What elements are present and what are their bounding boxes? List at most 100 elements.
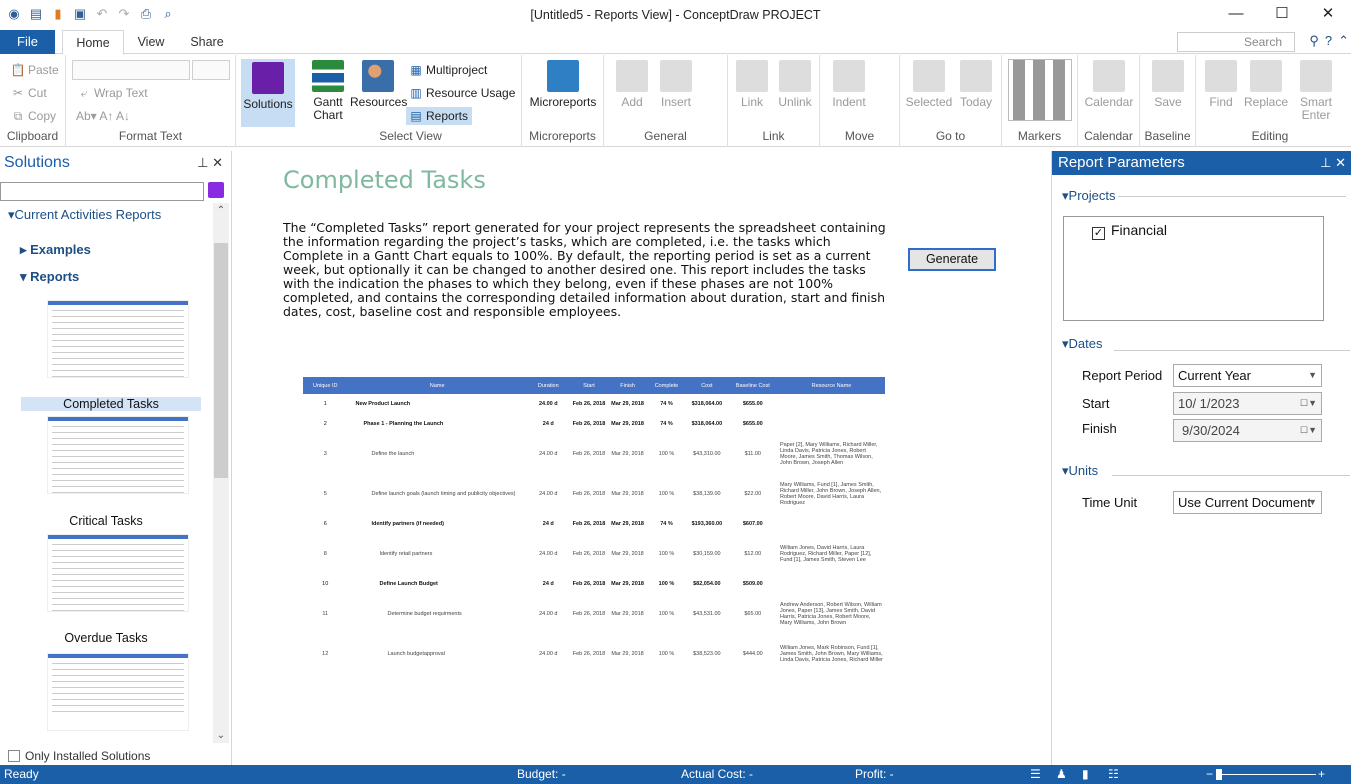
table-cell: $607.00 [742, 521, 763, 527]
table-row: 2 Phase 1 - Planning the Launch 24 d Feb 26… [303, 414, 885, 434]
help-icon[interactable]: ? [1325, 33, 1332, 49]
start-date-picker[interactable]: 10/ 1/2023 ☐▼ [1173, 392, 1322, 415]
close-pane-icon[interactable]: ✕ [1335, 155, 1346, 170]
table-cell: Feb 26, 2018 [572, 551, 606, 557]
table-cell: 24.00 d [539, 611, 558, 617]
finish-date-picker[interactable]: 9/30/2024 ☐▼ [1173, 419, 1322, 442]
smart-enter-button[interactable]: Smart Enter [1294, 60, 1338, 122]
collapse-ribbon-icon[interactable]: ⌃ [1338, 33, 1349, 49]
reports-button[interactable]: ▤ Reports [406, 107, 473, 125]
zoom-slider-thumb[interactable] [1216, 769, 1222, 780]
binoculars-icon[interactable]: ⚲ [1309, 33, 1319, 49]
report-description: The “Completed Tasks” report generated f… [283, 220, 886, 319]
replace-button[interactable]: Replace [1242, 60, 1290, 109]
solutions-search-icon[interactable] [208, 182, 224, 198]
table-cell: Mary Williams, Fund [1], James Smith, Ri… [779, 482, 882, 506]
documents-view-icon[interactable]: ▮ [1082, 765, 1089, 784]
gantt-chart-button[interactable]: Gantt Chart [306, 60, 350, 122]
zoom-out-icon[interactable]: − [1206, 765, 1213, 784]
report-thumbnail[interactable] [47, 534, 189, 612]
dates-section[interactable]: ▾Dates [1062, 336, 1103, 352]
scrollbar-thumb[interactable] [214, 243, 228, 478]
table-row: 1 New Product Launch 24.00 d Feb 26, 2018 Ma… [303, 394, 885, 414]
goto-today-button[interactable]: Today [954, 60, 998, 109]
scroll-up-icon[interactable]: ⌃ [213, 205, 229, 216]
wrap-text-button[interactable]: ⤶ Wrap Text [76, 86, 148, 101]
column-header: Complete [646, 377, 687, 394]
file-tab[interactable]: File [0, 30, 55, 54]
link-label: Link [762, 129, 785, 143]
paste-button[interactable]: 📋 Paste [10, 63, 59, 77]
table-cell: 74 % [660, 421, 673, 427]
table-cell: 1 [323, 401, 327, 407]
font-style-buttons[interactable]: Ab▾ A↑ A↓ [76, 109, 130, 123]
tree-node-reports[interactable]: ▾ Reports [20, 269, 79, 285]
table-cell: 6 [323, 521, 327, 527]
projects-section[interactable]: ▾Projects [1062, 188, 1116, 204]
find-button[interactable]: Find [1200, 60, 1242, 109]
divider [1112, 475, 1350, 476]
cut-button[interactable]: ✂ Cut [10, 86, 47, 100]
start-label: Start [1082, 396, 1110, 411]
solutions-search-input[interactable] [0, 182, 204, 201]
microreports-button[interactable]: Microreports [528, 60, 598, 109]
font-size-select[interactable] [192, 60, 230, 80]
tab-view[interactable]: View [128, 30, 174, 55]
table-cell: Mar 29, 2018 [611, 521, 644, 527]
close-pane-icon[interactable]: ✕ [212, 155, 223, 170]
pin-icon[interactable]: ⊥ [1320, 155, 1331, 170]
tab-home[interactable]: Home [62, 30, 124, 55]
search-input[interactable]: Search [1177, 32, 1295, 52]
goto-selected-button[interactable]: Selected [904, 60, 954, 109]
multiproject-button[interactable]: ▦ Multiproject [408, 63, 487, 77]
solutions-button[interactable]: Solutions [241, 59, 295, 127]
table-cell: $43,531.00 [693, 611, 721, 617]
report-thumbnail[interactable] [47, 653, 189, 731]
gantt-view-icon[interactable]: ☰ [1030, 765, 1041, 784]
time-unit-select[interactable]: Use Current Document ▼ [1173, 491, 1322, 514]
indent-button[interactable]: Indent [828, 60, 870, 109]
status-profit: Profit: - [855, 767, 894, 781]
scroll-down-icon[interactable]: ⌄ [213, 730, 229, 741]
save-baseline-button[interactable]: Save [1146, 60, 1190, 109]
resources-button[interactable]: Resources [350, 60, 407, 109]
font-family-select[interactable] [72, 60, 190, 80]
pin-icon[interactable]: ⊥ [197, 155, 208, 170]
units-section[interactable]: ▾Units [1062, 463, 1098, 479]
reports-view-icon[interactable]: ☷ [1108, 765, 1119, 784]
generate-button[interactable]: Generate [908, 248, 996, 271]
report-thumbnail[interactable] [47, 300, 189, 378]
tree-node-examples[interactable]: ▸ Examples [20, 242, 91, 258]
dropdown-arrow-icon: ▼ [1308, 370, 1317, 380]
report-item-completed-tasks[interactable]: Completed Tasks [21, 397, 201, 411]
status-bar: Ready Budget: - Actual Cost: - Profit: -… [0, 765, 1351, 784]
solutions-scrollbar[interactable]: ⌃ ⌄ [213, 203, 229, 743]
insert-button[interactable]: Insert [656, 60, 696, 109]
calendar-button[interactable]: Calendar [1082, 60, 1136, 109]
report-item-critical-tasks[interactable]: Critical Tasks [0, 514, 212, 528]
report-item-overdue-tasks[interactable]: Overdue Tasks [0, 631, 212, 645]
maximize-button[interactable]: ☐ [1259, 0, 1305, 30]
table-cell: Define Launch Budget [379, 581, 438, 587]
add-button[interactable]: Add [614, 60, 650, 109]
zoom-slider[interactable] [1220, 774, 1316, 775]
tab-share[interactable]: Share [182, 30, 232, 55]
report-period-select[interactable]: Current Year ▼ [1173, 364, 1322, 387]
table-cell: 24 d [542, 421, 554, 427]
table-cell: Mar 29, 2018 [611, 611, 644, 617]
resource-usage-button[interactable]: ▥ Resource Usage [408, 86, 515, 100]
close-button[interactable]: ✕ [1305, 0, 1351, 30]
only-installed-checkbox[interactable]: Only Installed Solutions [8, 749, 150, 763]
project-item[interactable]: ✓ Financial [1092, 222, 1167, 240]
minimize-button[interactable]: — [1213, 0, 1259, 30]
link-button[interactable]: Link [732, 60, 772, 109]
tree-node-current-activities[interactable]: ▾Current Activities Reports [8, 207, 161, 223]
calendar-label: Calendar [1084, 129, 1133, 143]
copy-button[interactable]: ⧉ Copy [10, 109, 56, 124]
resources-view-icon[interactable]: ♟ [1056, 765, 1067, 784]
markers-gallery[interactable] [1008, 59, 1072, 121]
zoom-in-icon[interactable]: + [1318, 765, 1325, 784]
report-thumbnail[interactable] [47, 416, 189, 494]
table-cell: $65.00 [744, 611, 762, 617]
unlink-button[interactable]: Unlink [774, 60, 816, 109]
